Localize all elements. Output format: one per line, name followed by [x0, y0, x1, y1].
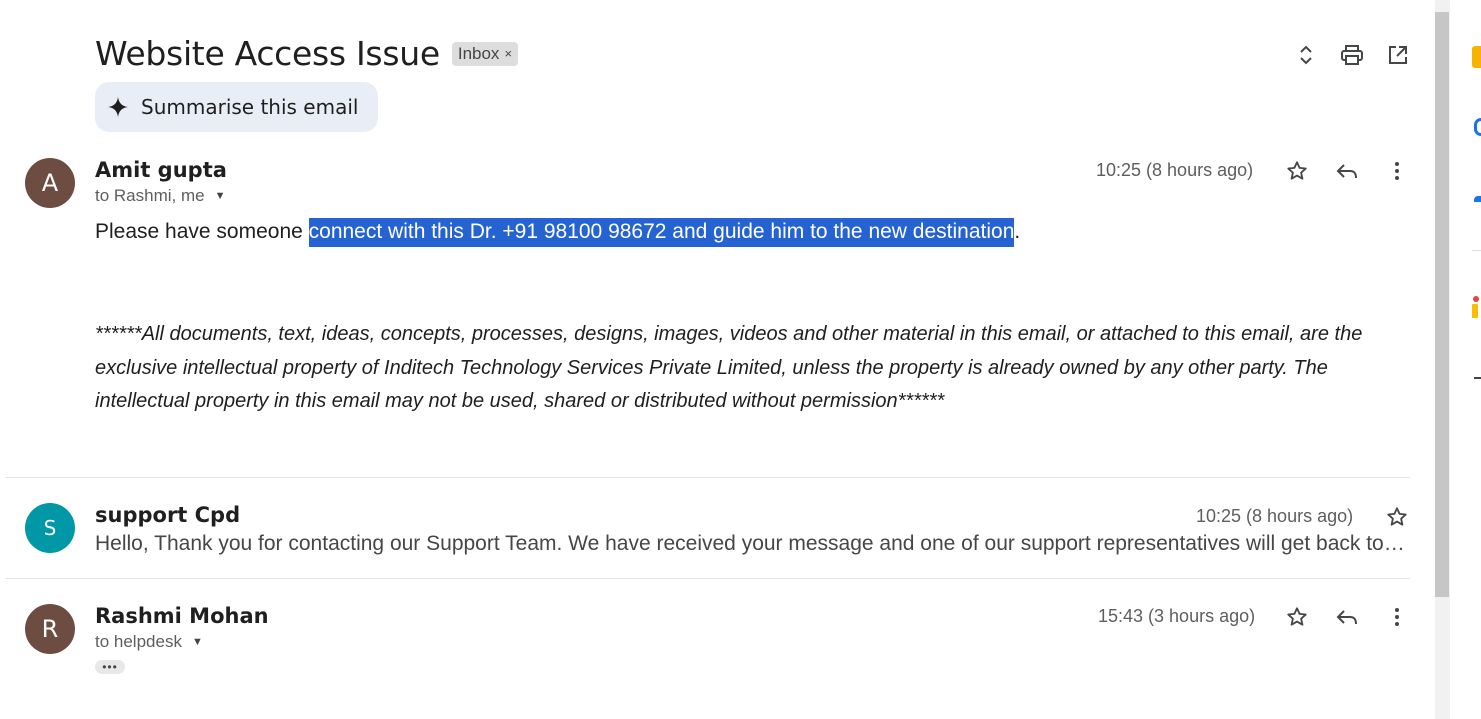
more-options-icon[interactable] — [1384, 604, 1410, 630]
contacts-icon[interactable] — [1474, 196, 1481, 202]
sender-name[interactable]: support Cpd — [95, 503, 240, 527]
star-icon[interactable] — [1384, 504, 1410, 530]
avatar[interactable]: A — [25, 158, 75, 208]
reply-icon[interactable] — [1334, 158, 1360, 184]
message-timestamp: 10:25 (8 hours ago) — [1096, 160, 1254, 180]
show-trimmed-content-button[interactable]: ••• — [95, 660, 125, 674]
message-body-line[interactable]: Please have someone connect with this Dr… — [95, 218, 1021, 247]
keep-icon[interactable] — [1472, 46, 1481, 68]
message-divider — [5, 578, 1410, 579]
message-actions — [1284, 604, 1410, 630]
side-panel-divider — [1472, 250, 1481, 251]
email-disclaimer: ******All documents, text, ideas, concep… — [95, 323, 1363, 412]
avatar[interactable]: R — [25, 604, 75, 654]
add-addon-icon[interactable] — [1474, 377, 1481, 379]
star-icon[interactable] — [1284, 604, 1310, 630]
subject-row: Website Access Issue Inbox × — [95, 34, 519, 73]
message-timestamp: 15:43 (3 hours ago) — [1098, 606, 1256, 626]
recipients-text: to helpdesk — [95, 632, 182, 651]
body-text-prefix: Please have someone — [95, 220, 309, 243]
email-subject: Website Access Issue — [95, 34, 440, 73]
summarise-label: Summarise this email — [141, 95, 359, 119]
more-options-icon[interactable] — [1384, 158, 1410, 184]
avatar[interactable]: S — [25, 503, 75, 553]
message-divider — [5, 477, 1410, 478]
message-actions — [1384, 504, 1410, 530]
reply-icon[interactable] — [1334, 604, 1360, 630]
message-timestamp: 10:25 (8 hours ago) — [1196, 506, 1354, 526]
open-in-new-window-icon[interactable] — [1386, 43, 1410, 67]
print-icon[interactable] — [1340, 43, 1364, 67]
chevron-down-icon[interactable]: ▼ — [192, 636, 203, 648]
sender-name[interactable]: Amit gupta — [95, 158, 227, 182]
sparkle-icon — [108, 97, 128, 117]
recipients-line[interactable]: to Rashmi, me ▼ — [95, 186, 225, 206]
selected-text-highlight[interactable]: connect with this Dr. +91 98100 98672 an… — [308, 218, 1015, 247]
email-thread-view: Website Access Issue Inbox × Summarise t… — [0, 0, 1435, 719]
side-panel — [1450, 0, 1481, 719]
chevron-down-icon[interactable]: ▼ — [215, 190, 226, 202]
recipients-text: to Rashmi, me — [95, 186, 205, 205]
calendar-icon[interactable] — [1474, 118, 1481, 136]
label-chip-text: Inbox — [457, 43, 500, 63]
summarise-email-button[interactable]: Summarise this email — [95, 82, 379, 132]
thread-toolbar — [1294, 43, 1410, 67]
message-snippet[interactable]: Hello, Thank you for contacting our Supp… — [95, 532, 1410, 556]
sender-name[interactable]: Rashmi Mohan — [95, 604, 269, 628]
body-text-suffix: . — [1014, 220, 1021, 243]
message-actions — [1284, 158, 1410, 184]
star-icon[interactable] — [1284, 158, 1310, 184]
remove-label-icon[interactable]: × — [504, 46, 512, 61]
recipients-line[interactable]: to helpdesk ▼ — [95, 632, 203, 652]
expand-collapse-icon[interactable] — [1294, 43, 1318, 67]
scrollbar-thumb[interactable] — [1435, 12, 1449, 597]
inbox-label-chip[interactable]: Inbox × — [451, 41, 519, 66]
addon-icon[interactable] — [1472, 296, 1481, 320]
